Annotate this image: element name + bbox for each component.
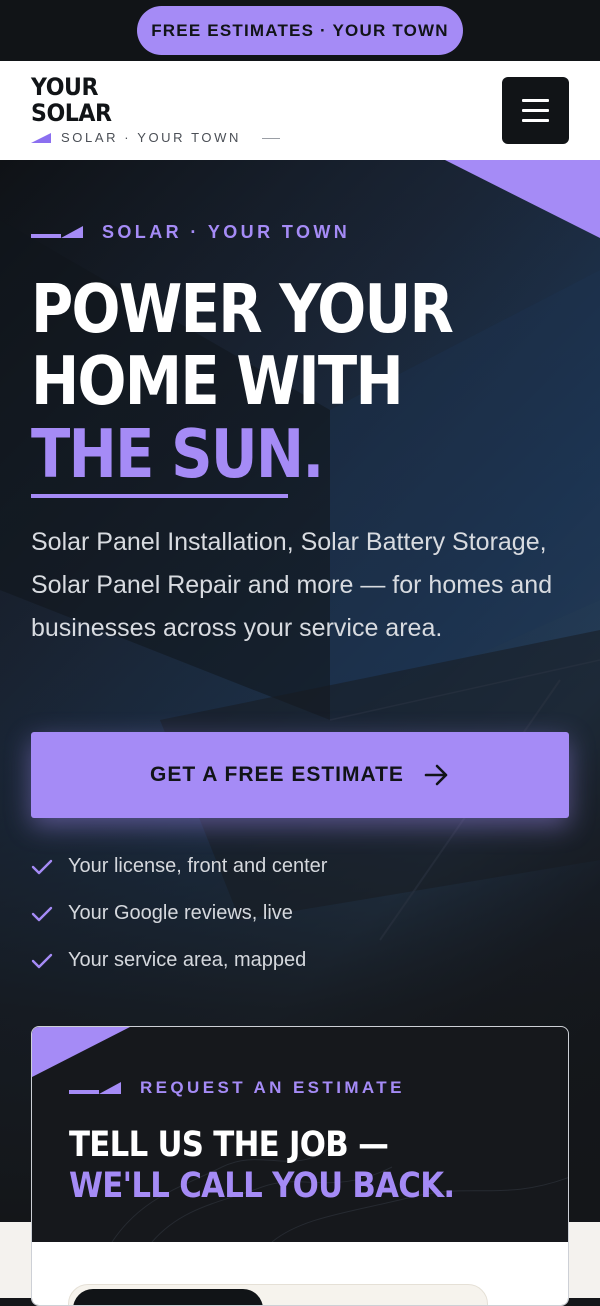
check-icon [31,953,53,969]
arrow-right-icon [424,764,448,786]
eyebrow-mark-icon [31,226,83,238]
hero-title-line-1: POWER YOUR [31,270,454,348]
logo-line-1[interactable]: YOUR [31,74,99,100]
logo-tagline: SOLAR · YOUR TOWN [61,130,242,145]
card-title-line-1: TELL US THE JOB — [69,1125,389,1165]
logo-mark-icon [31,133,51,143]
announcement-bar: FREE ESTIMATES · YOUR TOWN [0,0,600,61]
hero-title-line-2: HOME WITH [31,342,404,420]
hamburger-line [522,119,549,122]
check-icon [31,859,53,875]
form-toggle-field[interactable] [68,1284,488,1305]
hero-lead-text: Solar Panel Installation, Solar Battery … [31,528,553,642]
site-header: YOUR SOLAR SOLAR · YOUR TOWN [0,61,600,160]
free-estimates-pill[interactable]: FREE ESTIMATES · YOUR TOWN [137,6,463,55]
estimate-form-area [32,1242,568,1305]
hero-title-accent: THE SUN. [31,415,324,493]
corner-accent-triangle [445,160,600,238]
hamburger-line [522,109,549,112]
check-icon [31,906,53,922]
cta-label: GET A FREE ESTIMATE [150,763,404,786]
card-eyebrow-mark-icon [69,1082,121,1094]
card-accent-triangle [32,1027,130,1077]
hero-title-underline [31,494,288,498]
hamburger-menu-icon [522,99,549,102]
logo-dash-divider [262,138,280,139]
menu-button[interactable] [502,77,569,144]
hero-eyebrow: SOLAR · YOUR TOWN [102,222,351,242]
check-text: Your Google reviews, live [68,902,293,924]
estimate-card: REQUEST AN ESTIMATE TELL US THE JOB — WE… [31,1026,569,1306]
get-free-estimate-button[interactable]: GET A FREE ESTIMATE [31,732,569,818]
logo-line-2[interactable]: SOLAR [31,100,112,126]
check-text: Your license, front and center [68,855,328,877]
card-title-line-2: WE'LL CALL YOU BACK. [69,1166,455,1206]
card-eyebrow: REQUEST AN ESTIMATE [140,1078,405,1097]
check-text: Your service area, mapped [68,949,307,971]
